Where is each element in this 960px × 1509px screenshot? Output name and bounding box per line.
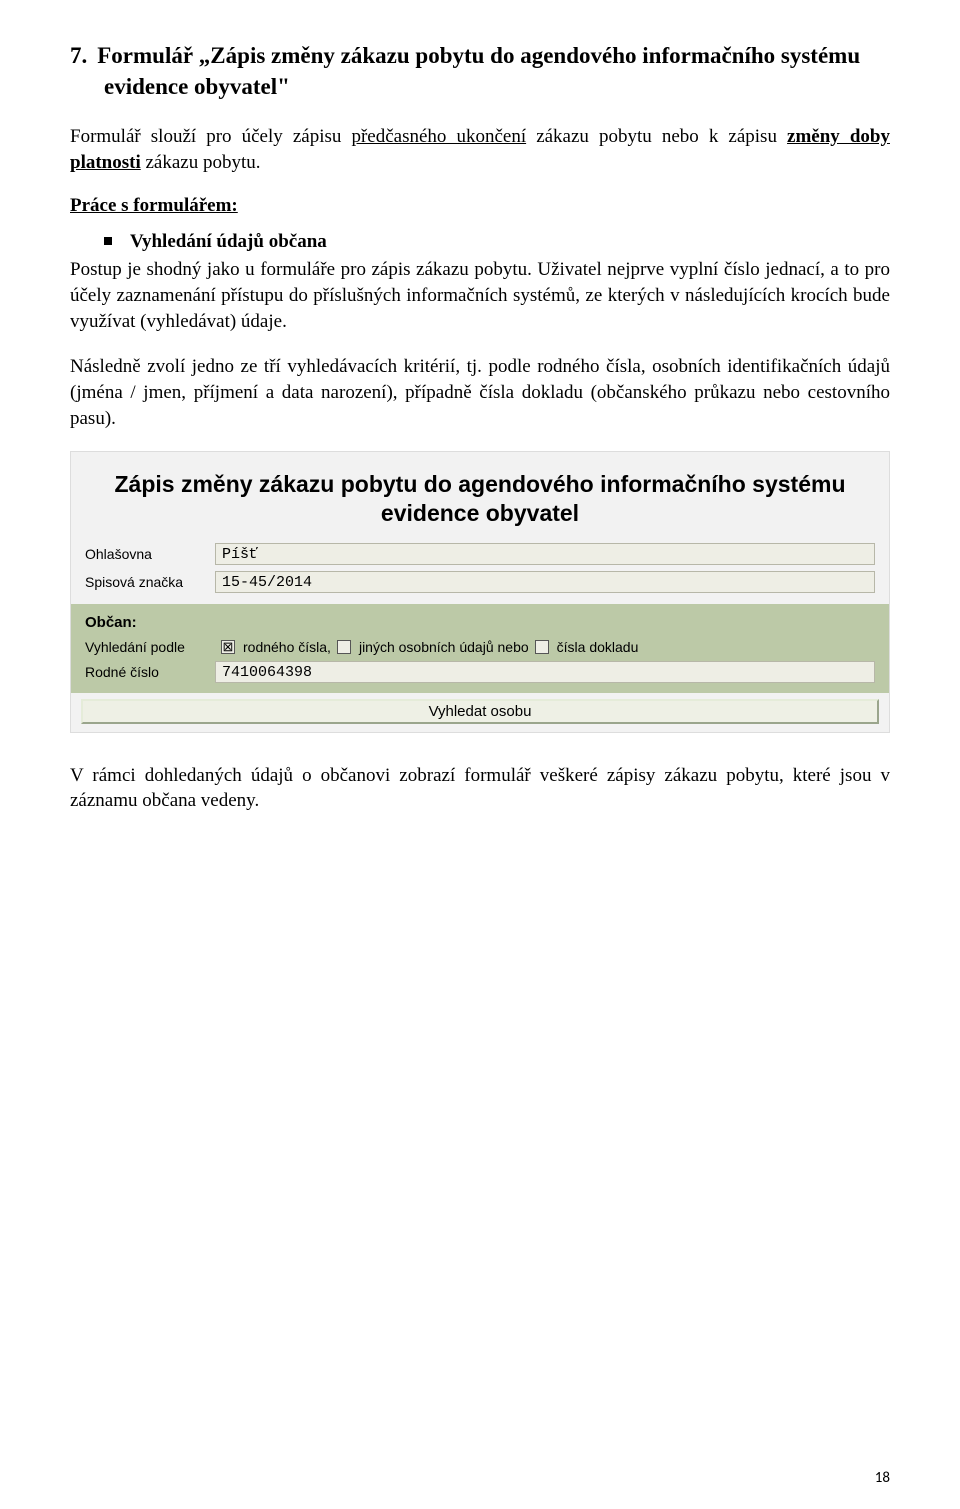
checkbox-jine-udaje[interactable] [337, 640, 351, 654]
checkbox-cislo-dokladu[interactable] [535, 640, 549, 654]
row-spisova-znacka: Spisová značka 15-45/2014 [71, 568, 889, 596]
subheading-work-with-form: Práce s formulářem: [70, 195, 890, 217]
checkbox-rodne-cislo[interactable]: ⊠ [221, 640, 235, 654]
heading-text: Formulář „Zápis změny zákazu pobytu do a… [97, 43, 860, 99]
label-vyhledani-podle: Vyhledání podle [85, 639, 215, 655]
bullet-find-citizen: Vyhledání údajů občana [104, 231, 890, 253]
label-rodne-cislo: Rodné číslo [85, 664, 215, 680]
option-jine-udaje: jiných osobních údajů nebo [359, 639, 529, 655]
input-spisova-znacka[interactable]: 15-45/2014 [215, 571, 875, 593]
label-obcan: Občan: [85, 614, 875, 631]
form-title: Zápis změny zákazu pobytu do agendového … [71, 452, 889, 540]
p1-c: zákazu pobytu. [141, 152, 261, 173]
row-search-button: Vyhledat osobu [71, 693, 889, 732]
row-rodne-cislo: Rodné číslo 7410064398 [85, 661, 875, 683]
option-cislo-dokladu: čísla dokladu [557, 639, 639, 655]
section-heading: 7.Formulář „Zápis změny zákazu pobytu do… [104, 40, 890, 102]
option-rodne-cislo: rodného čísla, [243, 639, 331, 655]
search-person-button[interactable]: Vyhledat osobu [81, 699, 879, 724]
row-ohlasovna: Ohlašovna Píšť [71, 540, 889, 568]
embedded-form: Zápis změny zákazu pobytu do agendového … [70, 451, 890, 733]
p1-b: zákazu pobytu nebo k zápisu [526, 126, 787, 147]
p1-underline-1: předčasného ukončení [351, 126, 526, 147]
bullet-square-icon [104, 237, 112, 245]
p1-a: Formulář slouží pro účely zápisu [70, 126, 351, 147]
page-number: 18 [875, 1469, 890, 1487]
label-spisova-znacka: Spisová značka [85, 574, 215, 590]
input-ohlasovna[interactable]: Píšť [215, 543, 875, 565]
heading-number: 7. [70, 43, 87, 68]
paragraph-intro: Formulář slouží pro účely zápisu předčas… [70, 124, 890, 175]
paragraph-criteria: Následně zvolí jedno ze tří vyhledávacíc… [70, 354, 890, 431]
bullet-text: Vyhledání údajů občana [130, 231, 327, 252]
input-rodne-cislo[interactable]: 7410064398 [215, 661, 875, 683]
row-search-criteria: Vyhledání podle ⊠ rodného čísla, jiných … [85, 639, 875, 655]
paragraph-result: V rámci dohledaných údajů o občanovi zob… [70, 763, 890, 814]
label-ohlasovna: Ohlašovna [85, 546, 215, 562]
section-obcan: Občan: Vyhledání podle ⊠ rodného čísla, … [71, 604, 889, 693]
paragraph-procedure: Postup je shodný jako u formuláře pro zá… [70, 257, 890, 334]
